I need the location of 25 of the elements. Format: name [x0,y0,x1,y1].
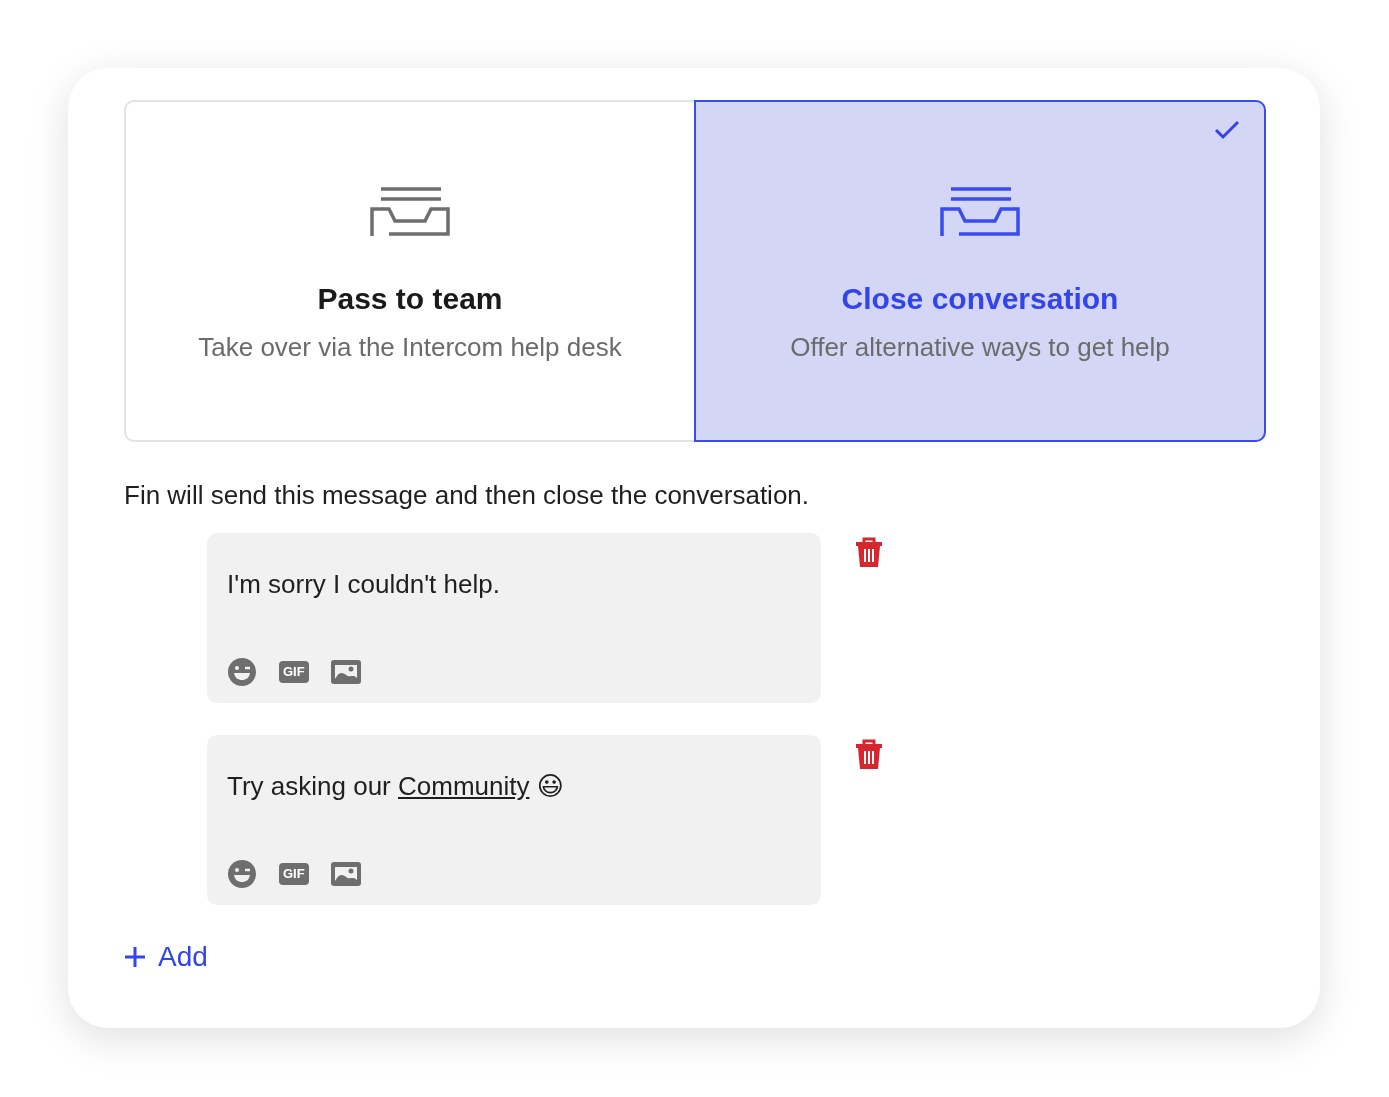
plus-icon [124,946,146,968]
gif-button[interactable]: GIF [279,661,309,683]
message-editor[interactable]: I'm sorry I couldn't help. GIF [207,533,821,703]
option-description: Take over via the Intercom help desk [198,332,622,363]
option-card[interactable]: Close conversation Offer alternative ways to get help [694,100,1266,442]
image-icon[interactable] [330,862,361,886]
trash-icon[interactable] [855,739,883,769]
smiley-icon[interactable] [227,859,257,889]
option-card[interactable]: Pass to team Take over via the Intercom help desk [124,100,694,442]
option-description: Offer alternative ways to get help [790,332,1170,363]
community-link[interactable]: Community [398,771,530,801]
option-title: Pass to team [317,282,503,316]
message-editor[interactable]: Try asking our Community 😃 GIF [207,735,821,905]
add-button[interactable]: Add [124,941,208,973]
description-text: Fin will send this message and then close the conversation. [124,480,811,511]
trash-icon[interactable] [855,537,883,567]
inbox-tray-icon [369,186,451,236]
message-text: Try asking our Community 😃 [227,771,565,802]
message-text: I'm sorry I couldn't help. [227,569,501,600]
checkmark-icon [1214,120,1240,140]
option-title: Close conversation [841,282,1119,316]
gif-button[interactable]: GIF [279,863,309,885]
image-icon[interactable] [330,660,361,684]
inbox-tray-icon [939,186,1021,236]
smiley-icon[interactable] [227,657,257,687]
